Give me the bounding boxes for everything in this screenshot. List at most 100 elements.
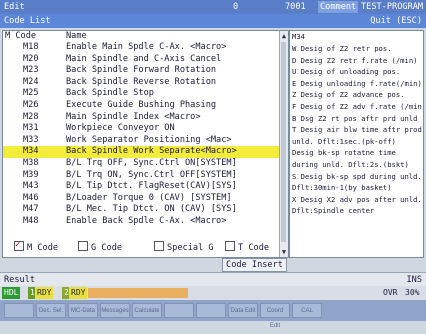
description-line: Dflt:30min-1(by basket) (292, 183, 392, 193)
row-code: M23 (23, 65, 39, 76)
description-line: X Desig X2 adv pos after unld. (292, 194, 422, 204)
program-comment: TEST-PROGRAM (361, 2, 424, 12)
code-row[interactable]: M23 Back Spindle Forward Rotation (3, 65, 281, 77)
code-row[interactable]: M31 Workpiece Conveyor ON (3, 123, 281, 135)
code-row[interactable]: M39 B/L Trq ON, Sync.Ctrl OFF[SYSTEM] (3, 170, 281, 182)
row-code: M26 (23, 100, 39, 110)
softkey-1[interactable] (4, 303, 34, 318)
row-code: M48 (23, 216, 39, 226)
row-name: Workpiece Conveyor ON (66, 123, 175, 134)
row-name: B/L Trq OFF, Sync.Ctrl ON[SYSTEM] (66, 158, 237, 168)
code-row[interactable]: M38 B/L Trq OFF, Sync.Ctrl ON[SYSTEM] (3, 158, 281, 170)
code-row[interactable]: M46 B/Loader Torque 0 (CAV) [SYSTEM] (3, 193, 281, 205)
checkbox-icon (225, 241, 235, 251)
code-row[interactable]: M20 Main Spindle and C-Axis Cancel (3, 54, 281, 66)
code-row[interactable]: M48 Enable Back Spdle C-Ax. <Macro> (3, 216, 281, 228)
row-name: B/L Trq ON, Sync.Ctrl OFF[SYSTEM] (66, 169, 237, 180)
code-row[interactable]: M34 Back Spindle Work Separate<Macro> (3, 146, 281, 158)
result-label: Result (4, 275, 36, 285)
override-value: 30% (405, 288, 420, 297)
row-name: Enable Back Spdle C-Ax. <Macro> (66, 216, 227, 226)
code-row[interactable]: M24 Back Spindle Reverse Rotation (3, 77, 281, 89)
row-code: M24 (23, 76, 39, 87)
description-line: W Desig of Z2 retr pos. (292, 44, 392, 53)
softkey-7[interactable] (196, 303, 226, 318)
list-header: M Code Name (3, 31, 281, 42)
row-name: Enable Main Spdle C-Ax. <Macro> (66, 42, 227, 52)
code-row[interactable]: M18 Enable Main Spdle C-Ax. <Macro> (3, 42, 281, 54)
row-name: B/L Tip Dtct. FlagReset(CAV)[SYS] (66, 181, 237, 192)
description-line: B Dsg Z2 rt pos aftr prd unld (292, 113, 418, 123)
row-name: Back Spindle Forward Rotation (66, 65, 217, 76)
description-line: T Desig air blw time aftr prod (292, 125, 422, 135)
row-code: M31 (23, 123, 39, 134)
code-list-titlebar: Code List Quit (ESC) (0, 14, 426, 28)
softkey-10[interactable]: CAL (292, 303, 322, 318)
row-code: M47 (23, 204, 39, 215)
softkey-2[interactable]: Dec. Sel. (36, 303, 66, 318)
row-code: M20 (23, 53, 39, 64)
checkbox-icon (78, 241, 88, 251)
description-line: Desig bk-sp rotatne time (292, 148, 396, 158)
machine-status-bar: HDL 1 RDY 2 RDY OVR 30% (0, 286, 426, 300)
softkey-6[interactable] (164, 303, 194, 318)
softkey-4[interactable]: Messages (100, 303, 130, 318)
override-label: OVR (383, 288, 398, 297)
row-code: M28 (23, 111, 39, 122)
row-code: M33 (23, 134, 39, 145)
code-list-panel[interactable]: M Code Name M18 Enable Main Spdle C-Ax. <… (2, 30, 289, 258)
filter-special-g[interactable]: Special G (154, 241, 214, 253)
description-line: during unld. Dflt:2s.(bskt) (292, 160, 409, 169)
quit-button[interactable]: Quit (ESC) (370, 15, 422, 27)
softkey-bar: Dec. Sel. MC-Data Messages Calculate Data Ed… (0, 300, 426, 329)
description-title: M34 (292, 32, 305, 41)
description-line: Dflt:Spindle center (292, 206, 375, 216)
softkey-8[interactable]: Data Edit (228, 303, 258, 318)
status-badge-rdy-2: RDY (69, 287, 88, 299)
row-code: M38 (23, 158, 39, 168)
row-code: M34 (23, 146, 39, 157)
row-name: Work Separator Positioning <Mac> (66, 134, 232, 145)
row-code: M39 (23, 169, 39, 180)
row-code: M18 (23, 42, 39, 52)
description-line: U Desig of unloading pos. (292, 67, 401, 77)
softkey-9[interactable]: Coord Edit (260, 303, 290, 329)
scroll-thumb[interactable] (281, 42, 286, 242)
code-row[interactable]: M28 Main Spindle Index <Macro> (3, 112, 281, 124)
result-line: Result INS (0, 272, 426, 286)
row-name: Back Spindle Stop (66, 88, 154, 99)
row-name: Main Spindle Index <Macro> (66, 111, 201, 122)
window-title: Code List (4, 16, 51, 26)
code-row[interactable]: M25 Back Spindle Stop (3, 88, 281, 100)
column-header-name: Name (66, 31, 87, 41)
code-filter-checkboxes: M Code G Code Special G T Code (2, 239, 289, 254)
status-badge-hdl: HDL (2, 287, 21, 299)
checkbox-icon (154, 241, 164, 251)
status-indicator-bar (88, 288, 188, 298)
description-line: Z Desig of Z2 advance pos. (292, 90, 405, 100)
softkey-3[interactable]: MC-Data (68, 303, 98, 318)
code-insert-button[interactable]: Code Insert (222, 258, 287, 272)
list-scrollbar[interactable]: ▲ ▼ (279, 31, 288, 257)
filter-g-code[interactable]: G Code (78, 241, 122, 253)
row-name: Back Spindle Work Separate<Macro> (66, 146, 237, 157)
code-row[interactable]: M43 B/L Tip Dtct. FlagReset(CAV)[SYS] (3, 181, 281, 193)
description-line: F Desig of Z2 adv f.rate (/min) (292, 102, 424, 111)
filter-m-code[interactable]: M Code (14, 239, 58, 253)
row-name: Execute Guide Bushing Phasing (66, 100, 217, 110)
column-header-code: M Code (5, 31, 37, 41)
description-line: unld. Dflt:1sec.(pk-off) (292, 136, 396, 146)
code-row[interactable]: M33 Work Separator Positioning <Mac> (3, 135, 281, 147)
row-name: Main Spindle and C-Axis Cancel (66, 53, 222, 64)
code-row[interactable]: M26 Execute Guide Bushing Phasing (3, 100, 281, 112)
softkey-5[interactable]: Calculate (132, 303, 162, 318)
filter-t-code[interactable]: T Code (225, 241, 269, 253)
row-code: M25 (23, 88, 39, 99)
comment-label: Comment (318, 1, 359, 13)
description-panel: M34 W Desig of Z2 retr pos. D Desig Z2 re… (289, 30, 424, 258)
sequence-value: 0 (233, 2, 239, 12)
description-line: S Desig bk-sp spd during unld. (292, 171, 422, 181)
code-row[interactable]: M47 B/L Mec. Tip Dtct. ON (CAV) [SYS] (3, 204, 281, 216)
scroll-up-arrow-icon[interactable]: ▲ (280, 31, 288, 41)
top-status-bar: Edit 0 7001 Comment TEST-PROGRAM (0, 0, 426, 14)
